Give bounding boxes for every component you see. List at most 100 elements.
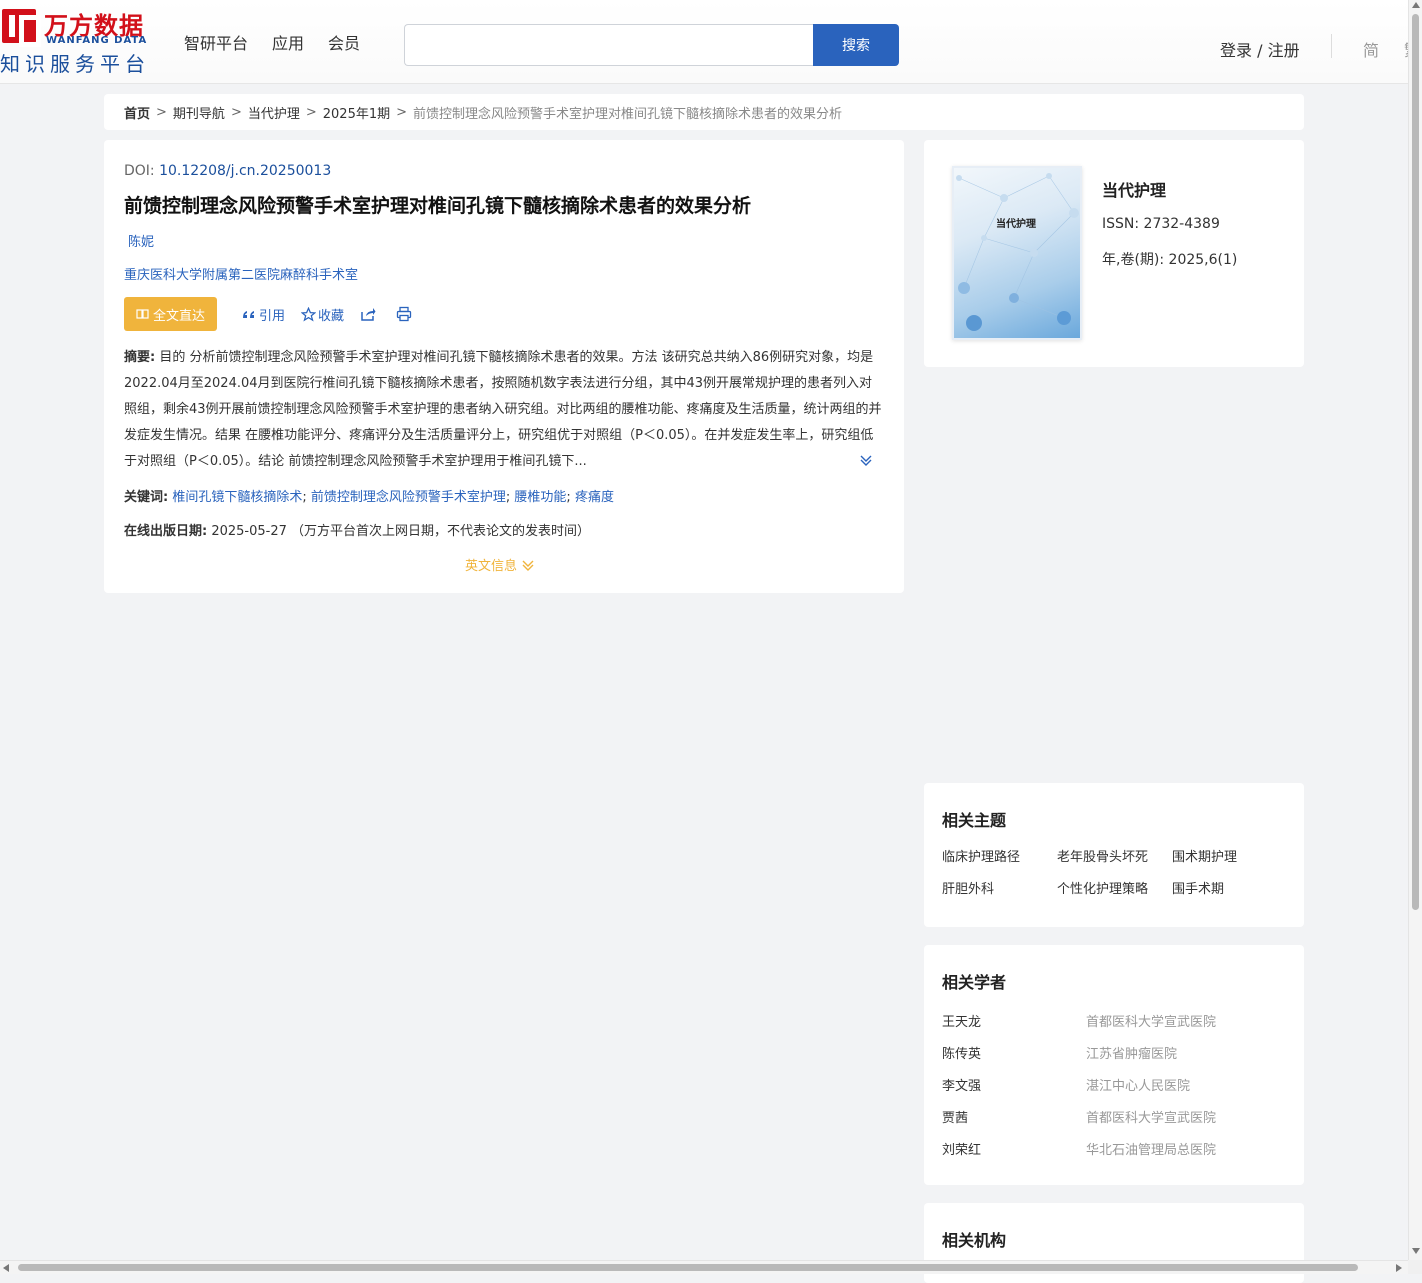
top-header: 万方数据 WANFANG DATA 知识服务平台 智研平台 应用 会员 搜索 登… xyxy=(0,0,1408,84)
breadcrumb-journal[interactable]: 当代护理 xyxy=(248,103,300,122)
print-button[interactable] xyxy=(396,306,412,322)
publish-date-label: 在线出版日期: xyxy=(124,524,208,539)
breadcrumb-separator: > xyxy=(305,104,317,120)
share-icon xyxy=(361,308,376,321)
cite-button[interactable]: 引用 xyxy=(241,305,285,324)
scholar-name[interactable]: 贾茜 xyxy=(942,1107,1086,1126)
logo-mark-icon xyxy=(2,9,41,47)
keyword-link[interactable]: 前馈控制理念风险预警手术室护理 xyxy=(311,490,506,505)
topic-link[interactable]: 个性化护理策略 xyxy=(1057,881,1172,899)
breadcrumb-issue[interactable]: 2025年1期 xyxy=(323,103,390,122)
abstract: 摘要: 目的 分析前馈控制理念风险预警手术室护理对椎间孔镜下髓核摘除术患者的效果… xyxy=(124,345,884,475)
favorite-button[interactable]: 收藏 xyxy=(301,305,344,324)
expand-abstract-icon[interactable] xyxy=(859,453,873,467)
journal-cover[interactable]: 当代护理 xyxy=(952,166,1082,340)
print-icon xyxy=(396,306,412,322)
publish-date-note: （万方平台首次上网日期，不代表论文的发表时间） xyxy=(291,524,591,539)
scholar-name[interactable]: 李文强 xyxy=(942,1075,1086,1094)
breadcrumb-separator: > xyxy=(156,104,167,120)
scholar-affiliation[interactable]: 湛江中心人民医院 xyxy=(1086,1075,1190,1094)
scroll-up-arrow-icon[interactable] xyxy=(1412,2,1420,8)
nav-item-apps[interactable]: 应用 xyxy=(272,30,304,54)
logo-text-en: WANFANG DATA xyxy=(46,35,148,46)
fulltext-label: 全文直达 xyxy=(152,308,205,324)
topic-link[interactable]: 老年股骨头坏死 xyxy=(1057,849,1172,867)
topic-link[interactable]: 肝胆外科 xyxy=(942,881,1057,899)
scrollbar-corner xyxy=(1408,1260,1422,1274)
journal-card: 当代护理 当代护理 ISSN: 2732-4389 年,卷(期): 2025,6… xyxy=(924,140,1304,367)
scholar-affiliation[interactable]: 华北石油管理局总医院 xyxy=(1086,1139,1216,1158)
journal-name-link[interactable]: 当代护理 xyxy=(1102,177,1166,201)
keyword-link[interactable]: 疼痛度 xyxy=(575,490,614,505)
cite-label: 引用 xyxy=(259,308,286,324)
english-info-label: 英文信息 xyxy=(465,559,518,574)
cover-network-graphic xyxy=(956,173,1079,331)
login-register-link[interactable]: 登录 / 注册 xyxy=(1220,37,1300,61)
author-link[interactable]: 陈妮 xyxy=(128,231,154,250)
journal-volume: 年,卷(期): 2025,6(1) xyxy=(1102,249,1237,269)
english-info-toggle[interactable]: 英文信息 xyxy=(465,555,535,574)
book-icon xyxy=(136,309,149,319)
header-divider xyxy=(1331,34,1332,58)
fulltext-button[interactable]: 全文直达 xyxy=(124,297,217,331)
share-button[interactable] xyxy=(360,306,376,322)
scholar-row: 李文强 湛江中心人民医院 xyxy=(942,1075,1282,1107)
volume-value[interactable]: 2025,6(1) xyxy=(1169,252,1238,268)
nav-item-zhiyan[interactable]: 智研平台 xyxy=(184,30,248,54)
scholar-affiliation[interactable]: 江苏省肿瘤医院 xyxy=(1086,1043,1177,1062)
scholar-affiliation[interactable]: 首都医科大学宣武医院 xyxy=(1086,1011,1216,1030)
doi-link[interactable]: 10.12208/j.cn.20250013 xyxy=(159,163,331,179)
breadcrumb-separator: > xyxy=(396,104,408,120)
organization-link[interactable]: 重庆医科大学附属第二医院麻醉科手术室 xyxy=(124,264,358,283)
keywords-label: 关键词: xyxy=(124,490,169,505)
lang-simplified[interactable]: 简 xyxy=(1363,37,1379,61)
doi-line: DOI: 10.12208/j.cn.20250013 xyxy=(124,163,331,179)
quote-icon xyxy=(243,311,254,318)
favorite-label: 收藏 xyxy=(318,308,345,324)
issn-value: 2732-4389 xyxy=(1143,216,1220,232)
keyword-link[interactable]: 椎间孔镜下髓核摘除术 xyxy=(172,490,302,505)
breadcrumb-journal-nav[interactable]: 期刊导航 xyxy=(173,103,225,122)
related-topics-card: 相关主题 临床护理路径 老年股骨头坏死 围术期护理 肝胆外科 个性化护理策略 围… xyxy=(924,783,1304,927)
scholar-name[interactable]: 刘荣红 xyxy=(942,1139,1086,1158)
breadcrumb: 首页 > 期刊导航 > 当代护理 > 2025年1期 > 前馈控制理念风险预警手… xyxy=(104,94,1304,130)
article-actions: 全文直达 引用 收藏 xyxy=(124,297,412,331)
topic-link[interactable]: 围手术期 xyxy=(1172,881,1282,899)
logo-subtitle: 知识服务平台 xyxy=(0,52,150,76)
scholar-affiliation[interactable]: 首都医科大学宣武医院 xyxy=(1086,1107,1216,1126)
topic-link[interactable]: 围术期护理 xyxy=(1172,849,1282,867)
breadcrumb-separator: > xyxy=(230,104,242,120)
horizontal-scrollbar[interactable] xyxy=(0,1260,1408,1274)
horizontal-scroll-thumb[interactable] xyxy=(18,1264,1358,1271)
doi-label: DOI: xyxy=(124,163,155,179)
abstract-label: 摘要: xyxy=(124,350,156,365)
scholar-list: 王天龙 首都医科大学宣武医院 陈传英 江苏省肿瘤医院 李文强 湛江中心人民医院 … xyxy=(942,1011,1282,1171)
article-card: DOI: 10.12208/j.cn.20250013 前馈控制理念风险预警手术… xyxy=(104,140,904,593)
publish-date: 2025-05-27 xyxy=(211,524,287,539)
nav-item-member[interactable]: 会员 xyxy=(328,30,360,54)
vertical-scrollbar[interactable] xyxy=(1408,0,1422,1260)
breadcrumb-home[interactable]: 首页 xyxy=(124,103,150,122)
topic-link[interactable]: 临床护理路径 xyxy=(942,849,1057,867)
scholar-row: 陈传英 江苏省肿瘤医院 xyxy=(942,1043,1282,1075)
scholar-name[interactable]: 陈传英 xyxy=(942,1043,1086,1062)
scholar-name[interactable]: 王天龙 xyxy=(942,1011,1086,1030)
search-button[interactable]: 搜索 xyxy=(813,24,899,66)
keyword-link[interactable]: 腰椎功能 xyxy=(514,490,566,505)
journal-issn: ISSN: 2732-4389 xyxy=(1102,216,1220,232)
chevron-down-icon xyxy=(522,560,534,571)
breadcrumb-current: 前馈控制理念风险预警手术室护理对椎间孔镜下髓核摘除术患者的效果分析 xyxy=(413,106,843,122)
search-input[interactable] xyxy=(404,24,814,66)
scroll-left-arrow-icon[interactable] xyxy=(3,1264,9,1272)
publish-date-line: 在线出版日期: 2025-05-27 （万方平台首次上网日期，不代表论文的发表时… xyxy=(124,520,590,539)
scroll-down-arrow-icon[interactable] xyxy=(1412,1248,1420,1254)
related-scholars-card: 相关学者 王天龙 首都医科大学宣武医院 陈传英 江苏省肿瘤医院 李文强 湛江中心… xyxy=(924,945,1304,1185)
scholar-row: 刘荣红 华北石油管理局总医院 xyxy=(942,1139,1282,1171)
topic-list: 临床护理路径 老年股骨头坏死 围术期护理 肝胆外科 个性化护理策略 围手术期 xyxy=(942,849,1282,899)
related-institutions-title: 相关机构 xyxy=(942,1231,1007,1250)
star-icon xyxy=(301,306,317,322)
volume-label: 年,卷(期): xyxy=(1102,252,1165,268)
wanfang-logo[interactable]: 万方数据 WANFANG DATA 知识服务平台 xyxy=(0,6,152,76)
scroll-right-arrow-icon[interactable] xyxy=(1396,1264,1402,1272)
vertical-scroll-thumb[interactable] xyxy=(1412,14,1419,910)
